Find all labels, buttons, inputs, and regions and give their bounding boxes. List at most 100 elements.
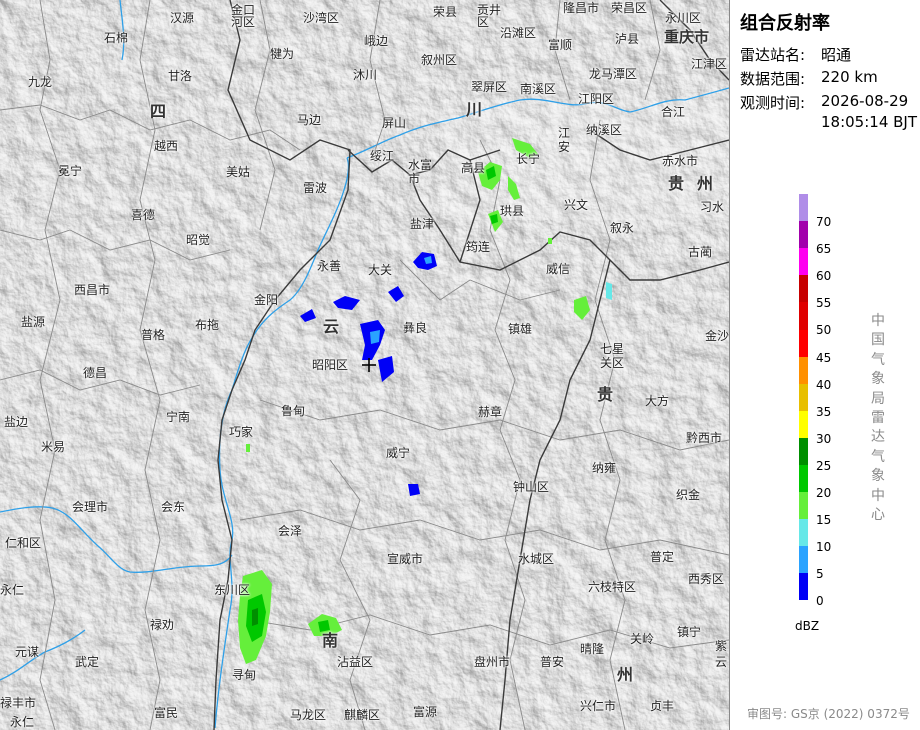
province-label: 川 — [466, 100, 483, 119]
place-label: 水城区 — [518, 552, 555, 566]
place-label: 越西 — [154, 139, 179, 153]
place-label: 会东 — [161, 500, 186, 514]
legend-swatch-25 — [799, 437, 808, 466]
place-label: 金沙 — [705, 329, 729, 343]
place-label: 高县 — [461, 161, 486, 175]
radar-site-marker — [362, 358, 376, 372]
province-label: 云 — [323, 317, 340, 336]
place-label: 麒麟区 — [344, 708, 381, 722]
legend-swatch-40 — [799, 356, 808, 385]
legend-label-35: 35 — [816, 404, 832, 419]
legend-swatch-65 — [799, 221, 808, 250]
place-label: 普安 — [540, 655, 565, 669]
place-label: 屏山 — [382, 116, 407, 130]
place-label: 织金 — [676, 488, 701, 502]
place-label: 盘州市 — [474, 655, 511, 669]
place-label: 江津区 — [691, 57, 728, 71]
place-label: 米易 — [41, 440, 66, 454]
time-clock: 18:05:14 BJT — [821, 113, 918, 131]
place-label: 叙州区 — [421, 53, 458, 67]
legend-label-25: 25 — [816, 458, 832, 473]
place-label: 沾益区 — [337, 655, 374, 669]
place-label: 沐川 — [353, 68, 378, 82]
place-label: 宣威市 — [387, 552, 424, 566]
place-label: 盐津 — [410, 217, 435, 231]
place-label: 沿滩区 — [500, 26, 537, 40]
place-label: 纳雍 — [592, 461, 617, 475]
place-label: 兴文 — [564, 198, 589, 212]
radar-map[interactable]: 汉源 金口 河区 沙湾区 荣县 贡井 区 隆昌市 荣昌区 永川区 石棉 峨边 犍… — [0, 0, 729, 730]
range-value: 220 km — [821, 68, 878, 86]
place-label: 泸县 — [615, 32, 640, 46]
place-label: 习水 — [700, 200, 725, 214]
legend-label-0: 0 — [816, 594, 824, 609]
place-label: 威宁 — [386, 446, 411, 460]
place-label: 寻甸 — [232, 668, 257, 682]
time-label: 观测时间: — [740, 94, 806, 112]
place-label: 永仁 — [10, 715, 35, 729]
time-date: 2026-08-29 — [821, 92, 909, 110]
legend-label-45: 45 — [816, 350, 832, 365]
place-label: 大关 — [368, 263, 393, 277]
place-label: 普格 — [141, 328, 166, 342]
place-label: 黔西市 — [686, 431, 723, 445]
place-label: 富民 — [154, 706, 179, 720]
place-label: 马龙区 — [290, 708, 327, 722]
province-label: 州 — [617, 665, 634, 684]
province-label: 四 — [150, 102, 167, 121]
place-label: 会理市 — [72, 500, 109, 514]
place-label: 金口 河区 — [231, 3, 256, 29]
place-label: 普定 — [650, 550, 675, 564]
place-label: 会泽 — [278, 524, 303, 538]
place-label: 翠屏区 — [471, 80, 508, 94]
legend-swatch-5 — [799, 546, 808, 575]
map-approval-number: 审图号: GS京 (2022) 0372号 — [747, 707, 910, 721]
place-label: 龙马潭区 — [589, 67, 638, 81]
product-title: 组合反射率 — [740, 13, 830, 34]
place-label: 合江 — [661, 105, 686, 119]
legend-swatch-15 — [799, 492, 808, 521]
place-label: 汉源 — [170, 11, 195, 25]
place-label: 兴仁市 — [580, 699, 617, 713]
place-label: 水富 市 — [408, 158, 433, 186]
place-label: 隆昌市 — [563, 1, 600, 15]
place-label: 鲁甸 — [281, 404, 306, 418]
place-label: 云 — [715, 655, 728, 669]
place-label: 永善 — [317, 259, 342, 273]
legend-unit: dBZ — [795, 619, 820, 633]
place-label: 仁和区 — [5, 536, 42, 550]
legend-swatch-45 — [799, 329, 808, 358]
legend-swatch-20 — [799, 465, 808, 493]
place-label: 威信 — [546, 262, 571, 276]
place-label: 甘洛 — [168, 69, 193, 83]
place-label: 江阳区 — [578, 92, 615, 106]
place-label: 美姑 — [226, 165, 251, 179]
place-label: 镇雄 — [508, 322, 533, 336]
place-label: 德昌 — [83, 366, 108, 380]
legend-swatch-10 — [799, 519, 808, 548]
legend-label-50: 50 — [816, 323, 832, 338]
province-label: 州 — [697, 174, 714, 193]
place-label: 东川区 — [214, 583, 251, 597]
place-label: 叙永 — [610, 221, 635, 235]
place-label: 九龙 — [28, 75, 53, 89]
legend-swatch-30 — [799, 410, 808, 439]
legend-label-60: 60 — [816, 269, 832, 284]
place-label: 武定 — [75, 655, 100, 669]
legend-swatch-50 — [799, 302, 808, 331]
place-label: 昭觉 — [186, 233, 211, 247]
place-label: 赤水市 — [662, 154, 699, 168]
place-label: 长宁 — [516, 152, 541, 166]
station-value: 昭通 — [821, 46, 852, 64]
legend-label-5: 5 — [816, 567, 824, 582]
place-label: 西昌市 — [74, 283, 111, 297]
legend-label-20: 20 — [816, 486, 832, 500]
place-label: 盐源 — [21, 315, 46, 329]
place-label: 禄劝 — [150, 618, 175, 632]
city-label: 重庆市 — [664, 28, 710, 46]
place-label: 赫章 — [478, 405, 503, 419]
station-label: 雷达站名: — [740, 46, 806, 64]
legend-swatch-60 — [799, 248, 808, 277]
info-panel: 组合反射率 雷达站名: 昭通 数据范围: 220 km 观测时间: 2026-0… — [729, 0, 920, 730]
legend-label-15: 15 — [816, 513, 832, 528]
